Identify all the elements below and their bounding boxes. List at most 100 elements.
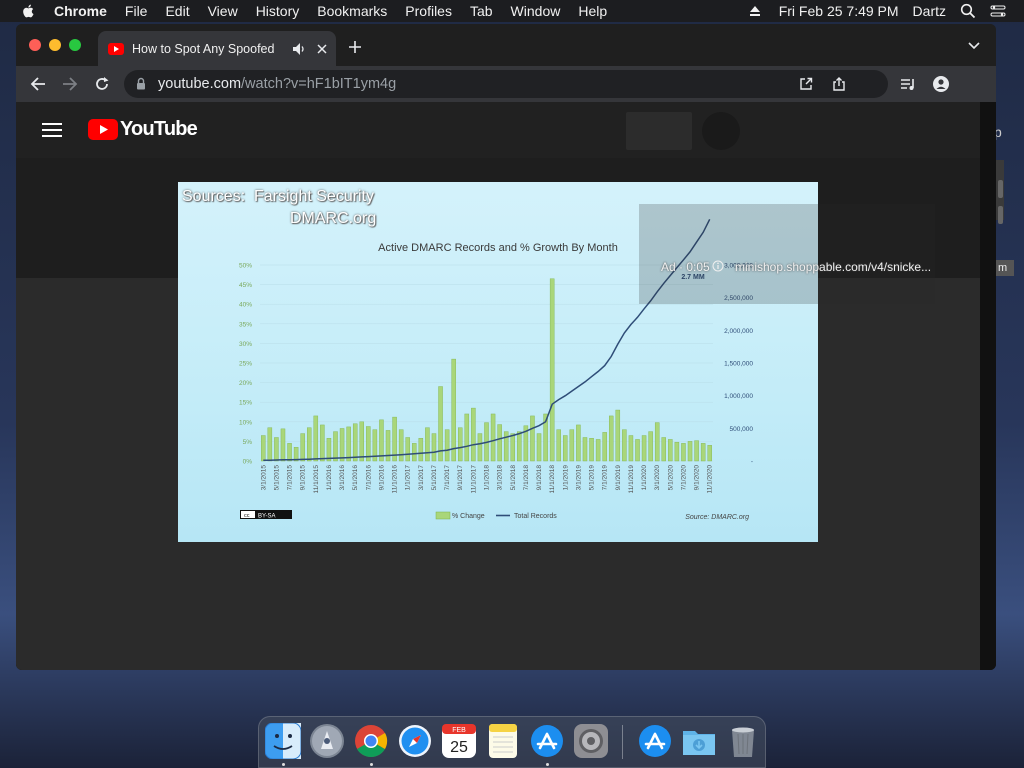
youtube-wordmark[interactable]: YouTube — [120, 118, 198, 141]
new-tab-icon[interactable] — [348, 40, 362, 54]
left-axis-tick-label: 15% — [239, 400, 252, 407]
app-store-download-icon[interactable] — [637, 723, 673, 759]
trash-icon[interactable] — [725, 723, 761, 759]
youtube-logo-icon[interactable] — [88, 119, 118, 140]
x-axis-tick-label: 7/1/2019 — [602, 465, 609, 491]
source-note: Source: DMARC.org — [685, 514, 749, 521]
sources-label: Sources: — [182, 188, 246, 205]
tab-search-chevron-icon[interactable] — [968, 42, 980, 50]
license-badge: cc BY-SA — [240, 510, 292, 520]
bar-change — [707, 445, 712, 462]
x-axis-tick-label: 3/1/2018 — [497, 465, 504, 491]
x-axis-tick-label: 1/1/2018 — [484, 465, 491, 491]
dock: FEB 25 — [258, 716, 766, 768]
ad-label: Ad · 0:05 — [661, 260, 710, 274]
menu-edit[interactable]: Edit — [165, 3, 189, 19]
menu-app-name[interactable]: Chrome — [54, 3, 107, 19]
info-icon[interactable] — [712, 260, 724, 272]
x-axis-tick-label: 7/1/2017 — [444, 465, 451, 491]
bar-change — [385, 430, 391, 462]
menu-view[interactable]: View — [208, 3, 238, 19]
lock-icon[interactable] — [136, 77, 146, 90]
left-axis-tick-label: 50% — [239, 263, 252, 270]
calendar-icon[interactable]: FEB 25 — [441, 723, 477, 759]
share-icon[interactable] — [832, 77, 846, 91]
menu-tab[interactable]: Tab — [470, 3, 493, 19]
menu-window[interactable]: Window — [511, 3, 561, 19]
url-host: youtube.com — [158, 76, 242, 92]
youtube-header: YouTube — [16, 102, 980, 158]
bar-change — [661, 437, 666, 462]
spotlight-search-icon[interactable] — [960, 3, 976, 19]
right-axis-tick-label: 1,000,000 — [724, 393, 753, 400]
x-axis-tick-label: 9/1/2019 — [615, 465, 622, 491]
bar-change — [451, 358, 456, 462]
bar-change — [431, 433, 437, 462]
menu-bar: Chrome File Edit View History Bookmarks … — [0, 0, 1024, 22]
bar-change — [497, 424, 502, 462]
open-in-new-icon[interactable] — [799, 77, 813, 91]
menu-profiles[interactable]: Profiles — [405, 3, 452, 19]
bar-change — [510, 433, 515, 462]
app-store-icon[interactable] — [529, 723, 565, 759]
bar-change — [615, 409, 621, 462]
scrollbar[interactable] — [980, 102, 996, 670]
zoom-window-button[interactable] — [69, 39, 81, 51]
system-preferences-icon[interactable] — [573, 723, 609, 759]
running-indicator — [370, 763, 373, 766]
address-bar[interactable]: youtube.com/watch?v=hF1bIT1ym4g — [124, 70, 888, 98]
bar-change — [405, 437, 410, 462]
bar-change — [641, 435, 647, 462]
menu-datetime[interactable]: Fri Feb 25 7:49 PM — [779, 3, 899, 19]
avatar[interactable] — [702, 112, 740, 150]
notes-icon[interactable] — [485, 723, 521, 759]
menu-file[interactable]: File — [125, 3, 148, 19]
launchpad-icon[interactable] — [309, 723, 345, 759]
x-axis-tick-label: 3/1/2015 — [260, 465, 267, 491]
minimize-window-button[interactable] — [49, 39, 61, 51]
audio-playing-icon[interactable] — [292, 42, 306, 56]
chart-title: Active DMARC Records and % Growth By Mon… — [378, 242, 618, 254]
x-axis-tick-label: 7/1/2015 — [287, 465, 294, 491]
menu-user[interactable]: Dartz — [913, 3, 946, 19]
close-window-button[interactable] — [29, 39, 41, 51]
bar-change — [425, 427, 430, 462]
x-axis-tick-label: 1/1/2020 — [641, 465, 648, 491]
x-axis-tick-label: 11/1/2015 — [313, 465, 320, 494]
finder-icon[interactable] — [265, 723, 301, 759]
reload-icon[interactable] — [94, 76, 110, 92]
forward-arrow-icon[interactable] — [62, 76, 78, 92]
x-axis-tick-label: 3/1/2019 — [575, 465, 582, 491]
apple-icon[interactable] — [20, 3, 38, 19]
menu-help[interactable]: Help — [578, 3, 607, 19]
left-axis-tick-label: 40% — [239, 302, 252, 309]
bar-change — [307, 427, 312, 462]
background-window-label: m — [996, 260, 1014, 276]
running-indicator — [546, 763, 549, 766]
media-controls-icon[interactable] — [900, 76, 916, 92]
x-axis-tick-label: 5/1/2020 — [667, 465, 674, 491]
url-text[interactable]: youtube.com/watch?v=hF1bIT1ym4g — [158, 76, 396, 92]
source-farsight: Farsight Security — [254, 188, 375, 205]
menu-history[interactable]: History — [256, 3, 300, 19]
browser-tab[interactable]: How to Spot Any Spoofed — [98, 31, 336, 66]
profile-icon[interactable] — [933, 76, 949, 92]
downloads-folder-icon[interactable] — [681, 723, 717, 759]
bar-change — [418, 438, 424, 462]
back-arrow-icon[interactable] — [30, 76, 46, 92]
ad-url[interactable]: minishop.shoppable.com/v4/snicke... — [735, 260, 931, 274]
hamburger-menu-icon[interactable] — [42, 122, 62, 138]
eject-icon[interactable] — [749, 5, 761, 17]
menu-bookmarks[interactable]: Bookmarks — [317, 3, 387, 19]
header-button-placeholder[interactable] — [626, 112, 692, 150]
dock-separator — [622, 725, 623, 759]
bar-change — [444, 429, 450, 462]
ad-overlay[interactable]: Ad · 0:05 minishop.shoppable.com/v4/snic… — [639, 204, 935, 304]
bar-change — [320, 424, 325, 462]
close-tab-icon[interactable] — [316, 43, 328, 55]
bar-change — [635, 439, 640, 462]
safari-icon[interactable] — [397, 723, 433, 759]
bar-change — [668, 439, 673, 462]
control-center-icon[interactable] — [990, 4, 1006, 18]
chrome-app-icon[interactable] — [353, 723, 389, 759]
